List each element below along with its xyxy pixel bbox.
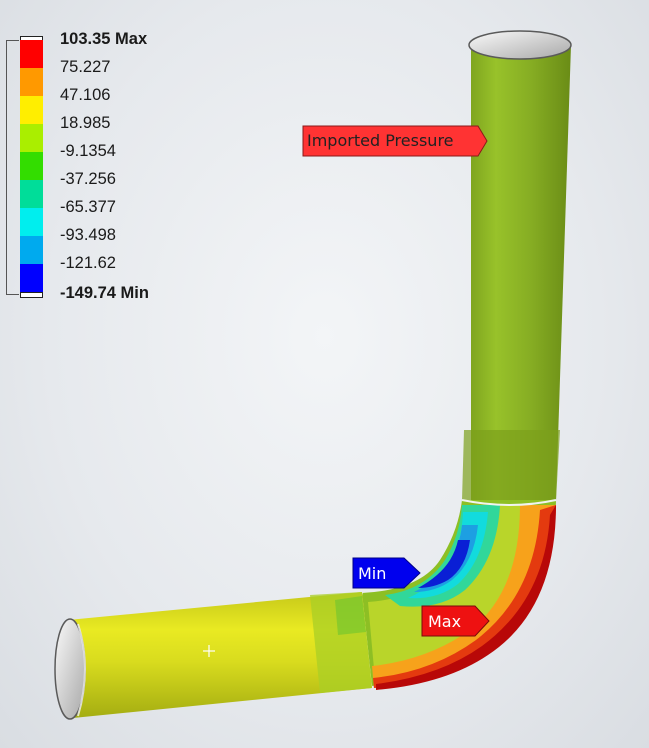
legend-label: 47.106 <box>60 86 111 104</box>
imported-pressure-tag[interactable]: Imported Pressure <box>302 125 488 161</box>
min-label: Min <box>358 564 387 583</box>
max-probe-tag[interactable]: Max <box>421 605 491 643</box>
legend-label-min: -149.74 Min <box>60 284 149 302</box>
elbow-section <box>357 499 557 690</box>
legend-swatch-7 <box>20 208 43 236</box>
legend-label: 75.227 <box>60 58 111 76</box>
legend-label: -93.498 <box>60 226 116 244</box>
color-legend[interactable]: 103.35 Max 75.227 47.106 18.985 -9.1354 … <box>0 0 200 320</box>
top-pipe-opening <box>468 30 572 60</box>
vertical-pipe-section <box>462 45 571 500</box>
legend-bottom-cap <box>20 292 43 298</box>
legend-swatch-8 <box>20 236 43 264</box>
legend-label: -65.377 <box>60 198 116 216</box>
legend-label: -121.62 <box>60 254 116 272</box>
legend-swatch-2 <box>20 68 43 96</box>
legend-label: -37.256 <box>60 170 116 188</box>
legend-swatch-6 <box>20 180 43 208</box>
legend-swatch-9 <box>20 264 43 292</box>
max-label: Max <box>428 612 462 631</box>
legend-label-max: 103.35 Max <box>60 30 148 48</box>
legend-swatch-3 <box>20 96 43 124</box>
min-probe-tag[interactable]: Min <box>352 557 422 595</box>
legend-swatch-5 <box>20 152 43 180</box>
legend-label: -9.1354 <box>60 142 116 160</box>
legend-swatch-1 <box>20 40 43 68</box>
legend-swatch-4 <box>20 124 43 152</box>
imported-pressure-label: Imported Pressure <box>307 131 454 150</box>
horizontal-pipe-section <box>68 592 372 718</box>
legend-bracket <box>6 40 19 295</box>
legend-label: 18.985 <box>60 114 111 132</box>
